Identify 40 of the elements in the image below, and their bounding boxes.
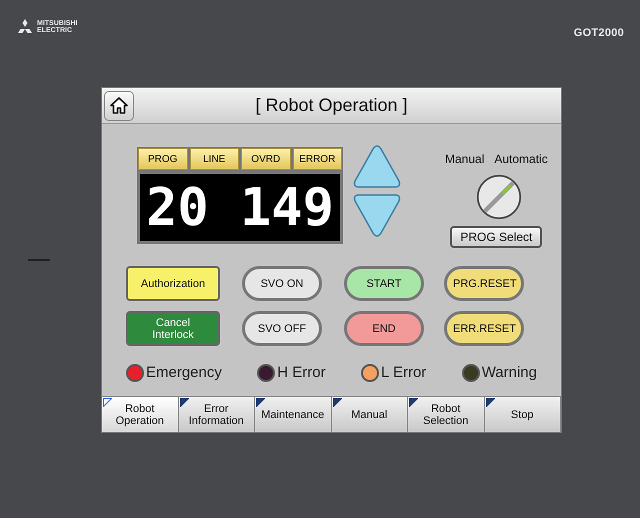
nav-tab[interactable]: Robot Selection bbox=[408, 397, 484, 432]
up-arrow-button[interactable] bbox=[353, 144, 401, 189]
diamond-logo-icon bbox=[16, 19, 34, 35]
mode-label: Automatic bbox=[494, 151, 548, 168]
display-value: 20 149 bbox=[146, 182, 334, 234]
nav-tab[interactable]: Error Information bbox=[178, 397, 255, 432]
display-label: LINE bbox=[190, 148, 239, 170]
display-label: PROG bbox=[138, 148, 188, 170]
display-label: ERROR bbox=[292, 148, 342, 170]
corner-triangle-icon bbox=[409, 398, 418, 407]
nav-tab[interactable]: Maintenance bbox=[255, 397, 332, 432]
corner-triangle-icon bbox=[332, 398, 342, 407]
screen-title: [ Robot Operation ] bbox=[254, 94, 409, 117]
control-button[interactable]: ERR.RESET bbox=[444, 311, 524, 346]
control-button[interactable]: END bbox=[344, 311, 424, 346]
corner-triangle-icon bbox=[103, 398, 112, 407]
corner-triangle-icon bbox=[256, 398, 265, 407]
corner-triangle-icon bbox=[486, 398, 494, 407]
down-arrow-button[interactable] bbox=[353, 193, 401, 238]
corner-triangle-icon bbox=[180, 398, 188, 407]
model-logo-text: GOT2000 bbox=[574, 26, 624, 41]
lamp-label: Emergency bbox=[146, 363, 222, 383]
home-icon bbox=[110, 97, 128, 114]
nav-tab[interactable]: Robot Operation bbox=[102, 397, 178, 432]
prog-select-button[interactable]: PROG Select bbox=[450, 226, 542, 248]
control-button[interactable]: Authorization bbox=[126, 266, 220, 301]
home-button[interactable] bbox=[104, 90, 134, 120]
lamp-label: L Error bbox=[381, 363, 426, 383]
control-button[interactable]: PRG.RESET bbox=[444, 266, 524, 301]
nav-tab[interactable]: Manual bbox=[332, 397, 408, 432]
lamp-label: Warning bbox=[482, 363, 537, 383]
control-button[interactable]: SVO OFF bbox=[242, 311, 322, 346]
status-indicator bbox=[28, 259, 50, 261]
mode-label: Manual bbox=[445, 151, 484, 168]
lamp-label: H Error bbox=[277, 363, 326, 383]
control-button[interactable]: START bbox=[344, 266, 424, 301]
display-label: OVRD bbox=[241, 148, 290, 170]
control-button[interactable]: SVO ON bbox=[242, 266, 322, 301]
nav-tab[interactable]: Stop bbox=[484, 397, 561, 432]
control-button[interactable]: Cancel Interlock bbox=[126, 311, 220, 346]
